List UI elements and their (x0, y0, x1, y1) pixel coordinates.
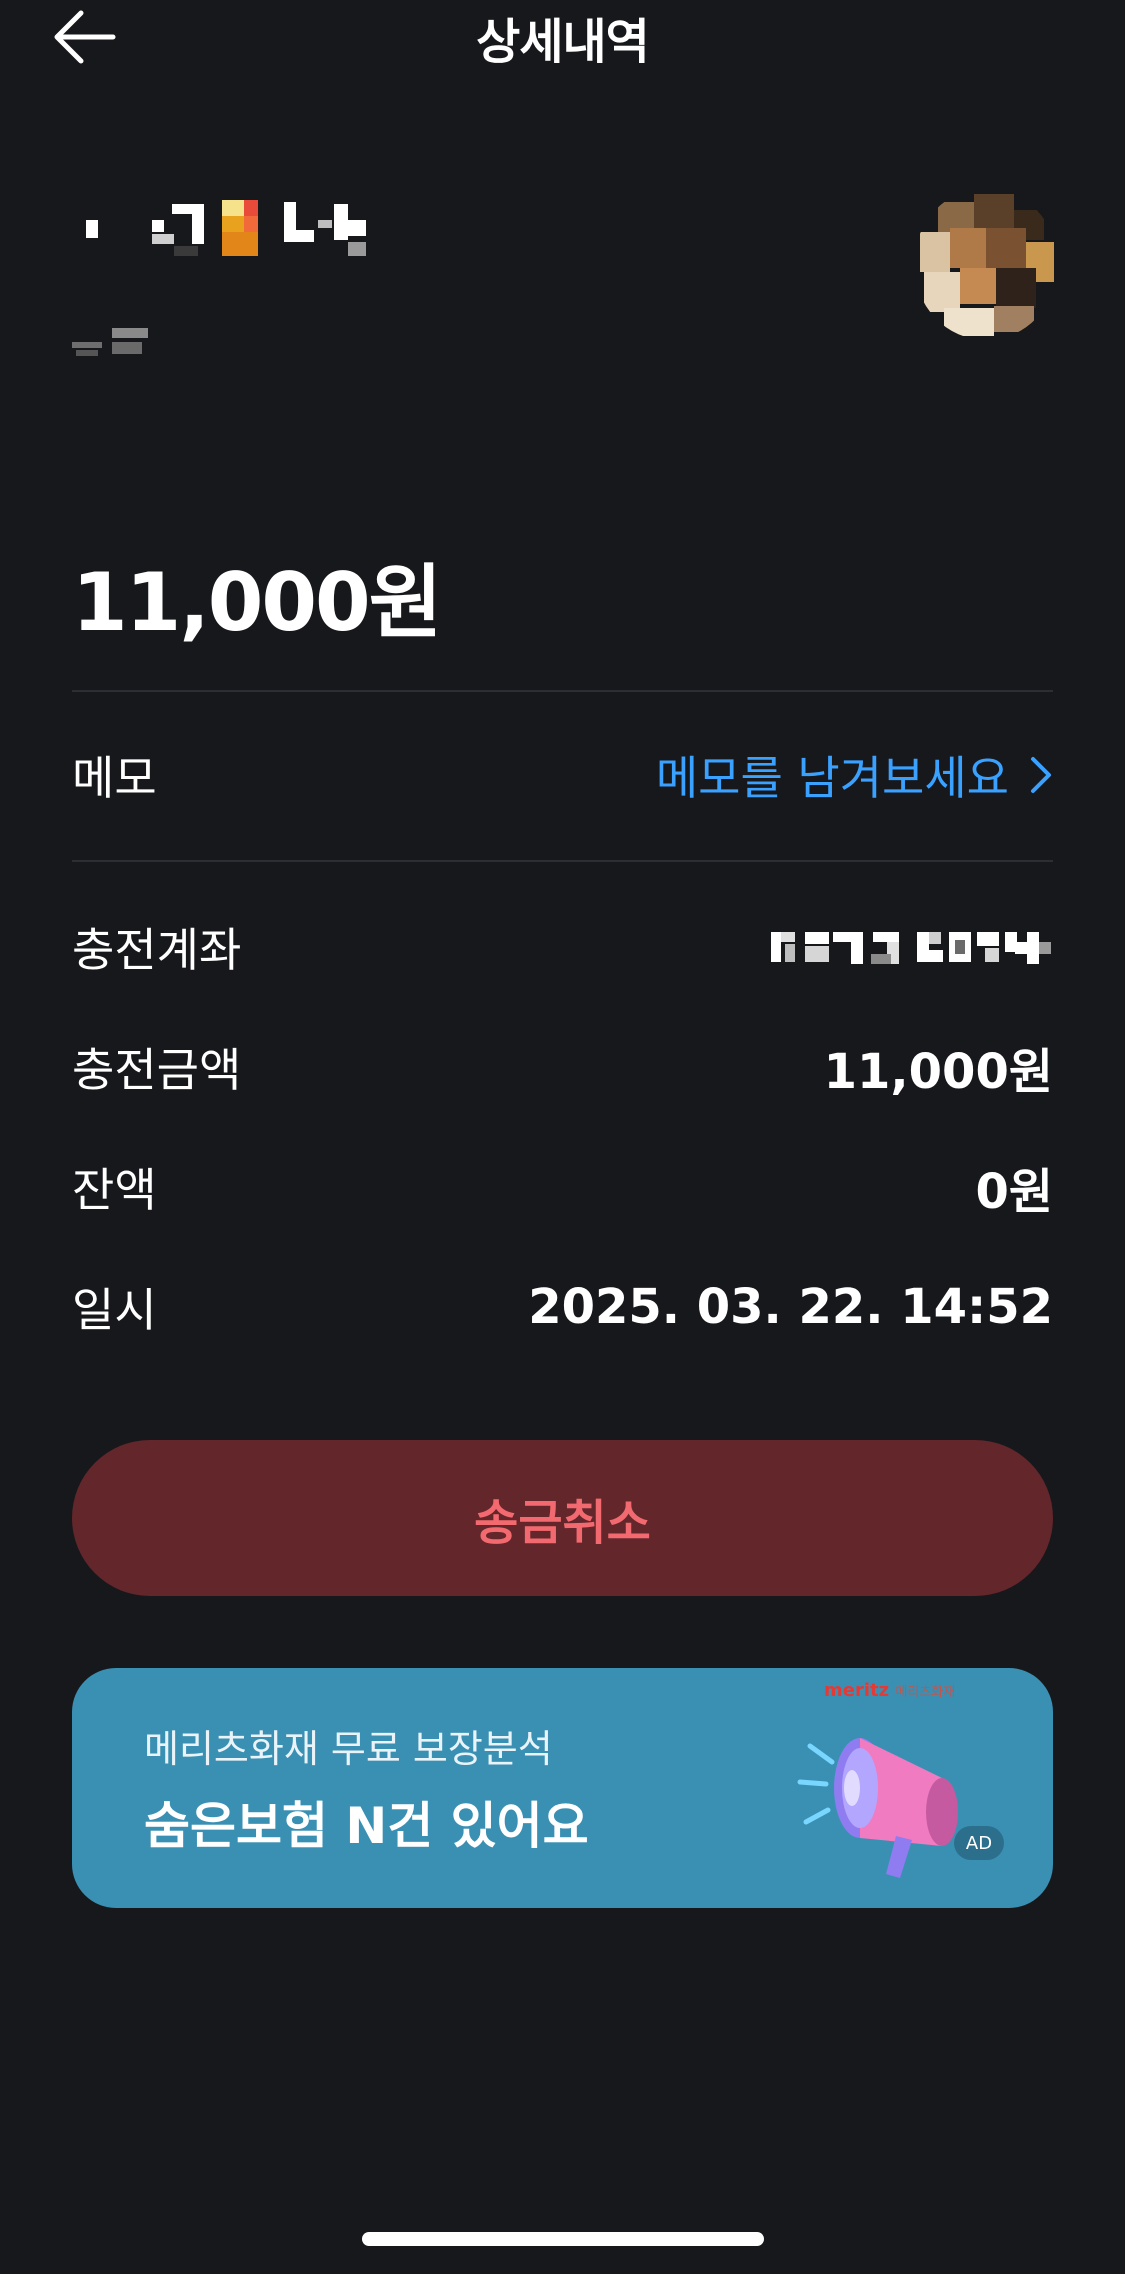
recipient-name-masked (86, 200, 366, 256)
home-indicator[interactable] (362, 2232, 764, 2246)
ad-subtitle: 메리츠화재 무료 보장분석 (144, 1727, 553, 1771)
add-memo-text: 메모를 남겨보세요 (655, 751, 1009, 805)
chevron-right-icon (1031, 757, 1051, 793)
megaphone-icon (797, 1738, 958, 1878)
memo-row: 메모 메모를 남겨보세요 (72, 740, 1053, 810)
ad-brand-name: meritz (824, 1680, 890, 1701)
transaction-amount: 11,000원 (72, 556, 442, 649)
detail-value: 0원 (975, 1164, 1053, 1220)
detail-row-charge-amount: 충전금액 11,000원 (72, 1032, 1053, 1102)
detail-label: 잔액 (72, 1163, 157, 1217)
detail-value: 2025. 03. 22. 14:52 (528, 1279, 1053, 1335)
cancel-transfer-button[interactable]: 송금취소 (72, 1440, 1053, 1596)
detail-row-balance: 잔액 0원 (72, 1152, 1053, 1222)
account-number-masked (771, 932, 1051, 964)
divider (72, 690, 1053, 692)
detail-label: 충전금액 (72, 1043, 242, 1097)
ad-banner[interactable]: 메리츠화재 무료 보장분석 숨은보험 N건 있어요 meritz 메리츠화재 A… (72, 1668, 1053, 1908)
detail-row-datetime: 일시 2025. 03. 22. 14:52 (72, 1272, 1053, 1342)
detail-row-account: 충전계좌 (72, 912, 1053, 982)
memo-label: 메모 (72, 751, 157, 805)
ad-title: 숨은보험 N건 있어요 (144, 1797, 589, 1855)
ad-brand-sub: 메리츠화재 (895, 1685, 956, 1700)
ad-brand-logo: meritz 메리츠화재 (824, 1680, 955, 1701)
avatar-image (914, 188, 1058, 340)
page-title: 상세내역 (476, 14, 650, 70)
divider (72, 860, 1053, 862)
add-memo-link[interactable]: 메모를 남겨보세요 (656, 742, 1053, 808)
detail-value: 11,000원 (823, 1044, 1053, 1100)
header: 상세내역 (0, 0, 1125, 80)
ad-badge: AD (954, 1826, 1004, 1860)
transaction-detail-screen: 상세내역 11,000원 메모 메모를 남겨보세요 충전계좌 충전금액 11,0… (0, 0, 1125, 2274)
avatar (914, 188, 1058, 340)
detail-label: 충전계좌 (72, 923, 242, 977)
recipient-subtext-masked (72, 328, 148, 356)
detail-label: 일시 (72, 1283, 157, 1337)
